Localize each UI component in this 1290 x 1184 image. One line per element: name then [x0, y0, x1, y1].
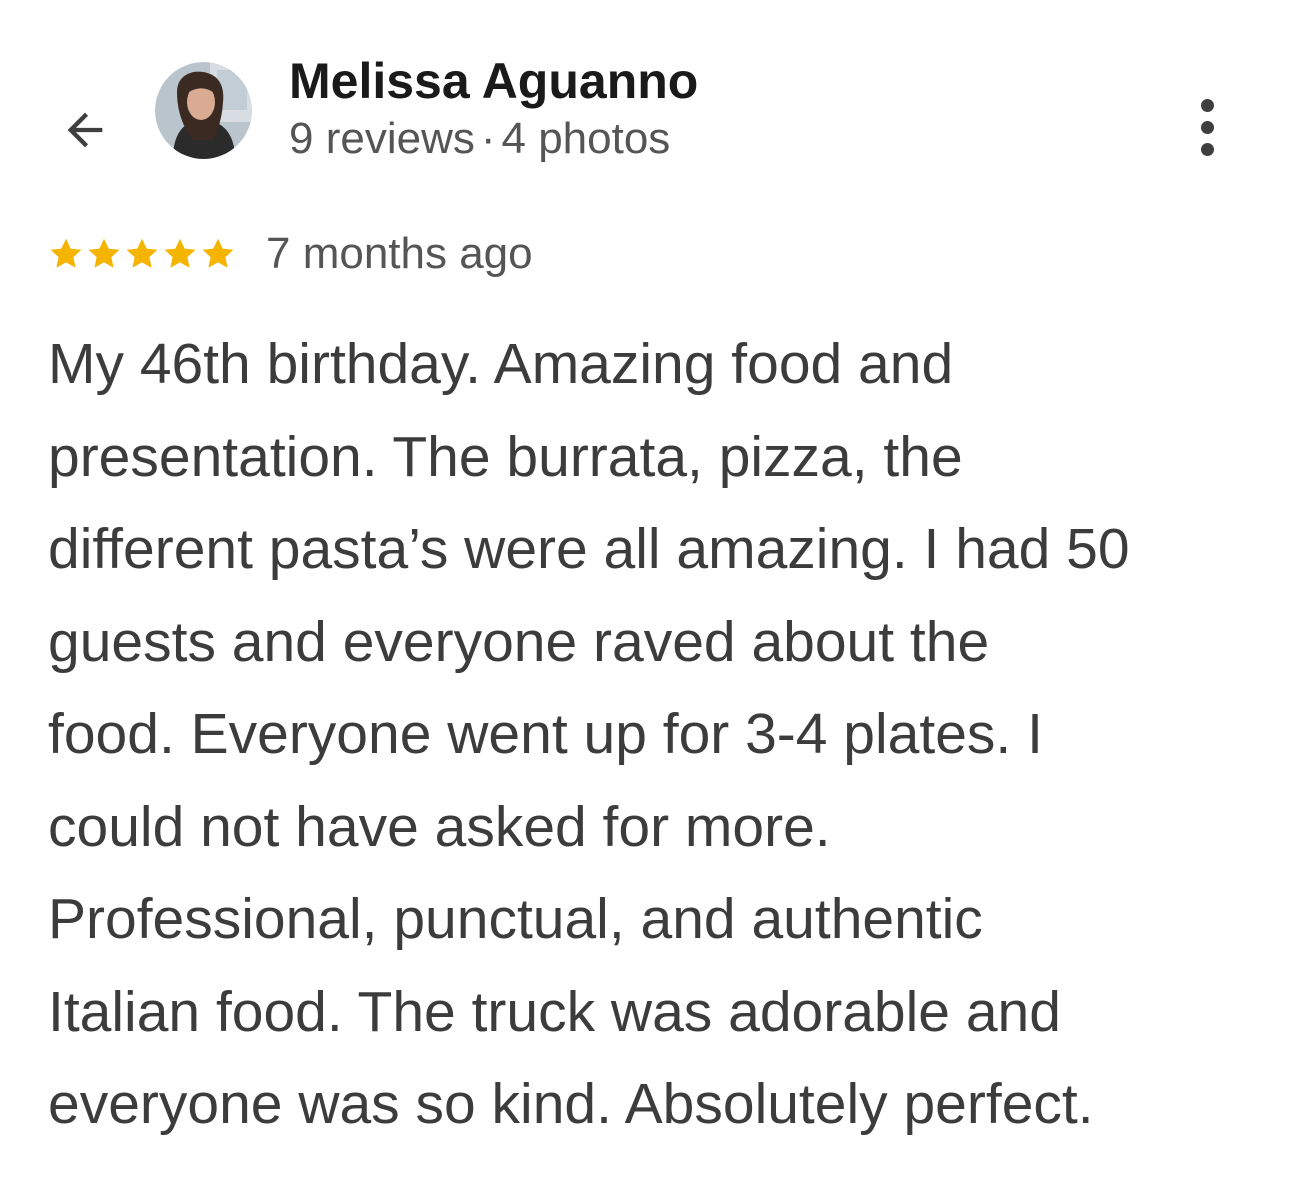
review-count: 9 reviews — [289, 114, 475, 163]
rating-row: 7 months ago — [48, 224, 533, 284]
review-header: Melissa Aguanno 9 reviews · 4 photos — [0, 0, 1290, 200]
review-line: could not have asked for more. — [48, 794, 831, 859]
review-line: everyone was so kind. Absolutely perfect… — [48, 1072, 1094, 1136]
meta-separator: · — [480, 114, 496, 163]
arrow-left-icon — [67, 112, 103, 148]
more-vertical-icon-dot — [1200, 142, 1214, 156]
more-options-button[interactable] — [1180, 95, 1234, 159]
back-button[interactable] — [50, 95, 120, 165]
review-line: presentation. The burrata, pizza, the — [48, 424, 963, 489]
reviewer-meta: 9 reviews · 4 photos — [289, 114, 670, 164]
review-line: Professional, punctual, and authentic — [48, 887, 983, 951]
more-vertical-icon-dot — [1200, 98, 1214, 112]
avatar[interactable] — [155, 62, 252, 159]
reviewer-name[interactable]: Melissa Aguanno — [289, 52, 698, 110]
review-text: My 46th birthday. Amazing food and presen… — [48, 318, 1258, 1151]
star-icon — [88, 238, 120, 268]
review-time: 7 months ago — [266, 229, 533, 278]
star-icon — [202, 238, 234, 268]
avatar-photo — [155, 62, 252, 159]
star-icon — [164, 238, 196, 268]
star-icon — [50, 238, 82, 268]
review-line: guests and everyone raved about the — [48, 609, 990, 674]
photo-count: 4 photos — [501, 114, 671, 163]
star-icon — [126, 238, 158, 268]
review-line: Italian food. The truck was adorable and — [48, 979, 1061, 1044]
more-vertical-icon-dot — [1200, 120, 1214, 134]
review-line: food. Everyone went up for 3-4 plates. I — [48, 702, 1043, 766]
review-line: different pasta’s were all amazing. I ha… — [48, 517, 1130, 581]
star-rating — [48, 236, 236, 272]
review-line: My 46th birthday. Amazing food and — [48, 332, 954, 396]
